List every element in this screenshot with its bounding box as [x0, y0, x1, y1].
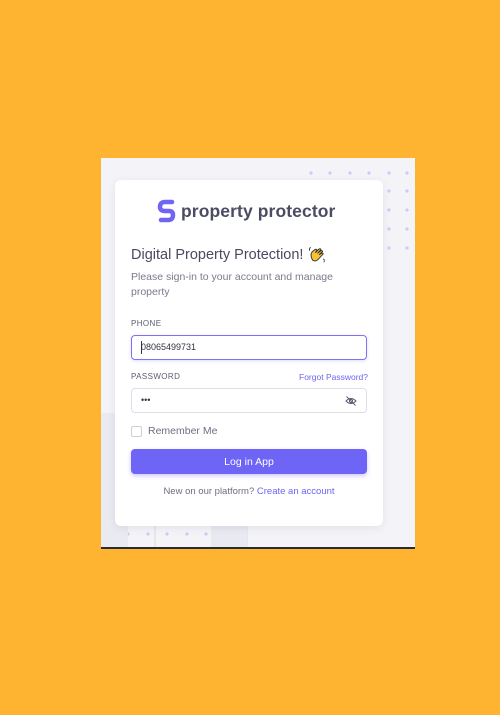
app-window: property protector Digital Property Prot… — [101, 158, 415, 549]
eye-off-icon[interactable] — [345, 395, 357, 407]
signup-text: New on our platform? — [163, 486, 255, 497]
signup-prompt: New on our platform? Create an account — [115, 486, 383, 497]
password-value: ••• — [141, 395, 151, 405]
brand-name: property protector — [181, 200, 336, 221]
phone-value: 08065499731 — [141, 342, 197, 352]
remember-me[interactable]: Remember Me — [131, 425, 217, 437]
password-label: PASSWORD — [131, 372, 181, 381]
login-button[interactable]: Log in App — [131, 449, 367, 474]
brand: property protector — [157, 198, 335, 224]
create-account-link[interactable]: Create an account — [257, 486, 335, 497]
waving-hand-icon — [309, 247, 326, 263]
remember-me-checkbox[interactable] — [131, 425, 142, 437]
page-title: Digital Property Protection! — [131, 247, 304, 263]
page-heading: Digital Property Protection! — [131, 246, 326, 264]
login-card: property protector Digital Property Prot… — [115, 180, 383, 526]
phone-label: PHONE — [131, 319, 162, 328]
brand-s-logo-icon — [157, 199, 176, 223]
password-input[interactable]: ••• — [131, 388, 367, 413]
forgot-password-link[interactable]: Forgot Password? — [299, 372, 368, 382]
phone-input[interactable]: 08065499731 — [131, 335, 367, 360]
remember-me-label: Remember Me — [148, 425, 218, 437]
page-subtitle: Please sign-in to your account and manag… — [131, 271, 333, 298]
